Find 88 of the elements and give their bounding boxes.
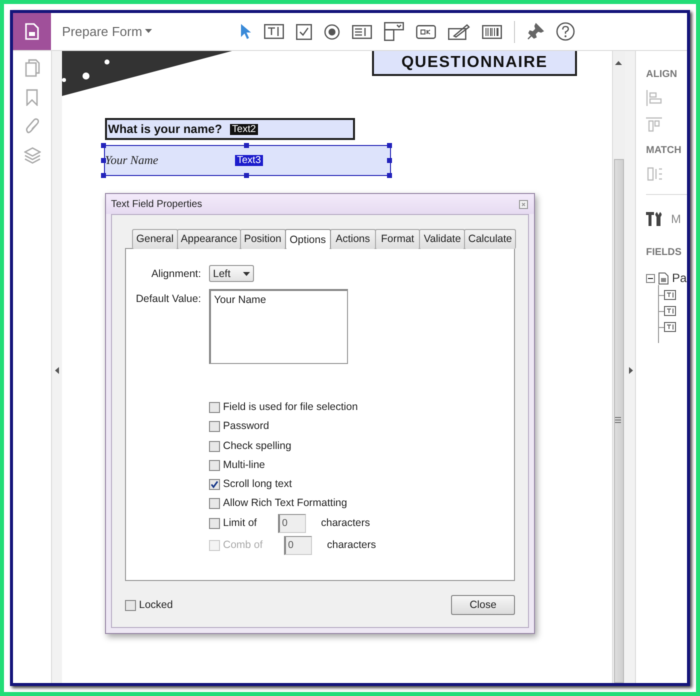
layers-icon[interactable] — [24, 147, 40, 164]
resize-handle[interactable] — [101, 173, 106, 178]
unit-label: characters — [327, 539, 376, 551]
option-label: Password — [223, 420, 270, 432]
document-icon — [25, 23, 39, 40]
resize-handle[interactable] — [244, 173, 249, 178]
match-width-icon[interactable] — [646, 166, 662, 182]
checkbox-icon[interactable] — [296, 24, 312, 40]
pages-icon[interactable] — [24, 59, 40, 77]
pointer-icon[interactable] — [240, 23, 252, 40]
list-box-icon[interactable] — [352, 24, 372, 38]
checkbox[interactable] — [209, 498, 220, 508]
tools-icon[interactable] — [646, 211, 664, 227]
signature-icon[interactable] — [448, 24, 470, 40]
section-heading: MATCH — [646, 145, 682, 156]
dialog-tab[interactable]: Position — [240, 229, 286, 249]
checkbox[interactable] — [209, 440, 220, 452]
checkbox[interactable] — [209, 402, 220, 412]
expand-right-icon[interactable] — [629, 367, 633, 374]
unit-label: characters — [321, 517, 370, 529]
collapse-left-icon[interactable] — [55, 367, 59, 374]
resize-handle[interactable] — [387, 158, 392, 163]
name-field[interactable]: Your Name Text3 — [104, 145, 391, 176]
resize-handle[interactable] — [101, 158, 106, 163]
checkbox[interactable] — [209, 478, 220, 490]
option-label: Scroll long text — [223, 478, 292, 490]
option-label: Allow Rich Text Formatting — [223, 497, 348, 509]
dialog-tab[interactable]: Calculate — [464, 229, 516, 249]
checkbox[interactable] — [125, 600, 136, 610]
question-label: What is your name? — [108, 122, 222, 136]
page-heading: QUESTIONNAIRE — [401, 54, 548, 72]
close-button[interactable]: Close — [451, 595, 515, 615]
resize-handle[interactable] — [101, 143, 106, 148]
dialog-tab[interactable]: General — [132, 229, 178, 249]
collapse-icon[interactable] — [646, 274, 655, 282]
scroll-up-icon[interactable] — [615, 61, 622, 65]
tool-label[interactable]: M — [671, 212, 681, 226]
option-label: Field is used for file selection — [223, 401, 358, 413]
option-label: Multi-line — [223, 459, 266, 471]
dialog-tab[interactable]: Appearance — [176, 229, 241, 249]
caret-icon — [243, 272, 250, 276]
align-left-icon[interactable] — [646, 90, 662, 106]
radio-button-icon[interactable] — [324, 24, 340, 40]
tool-title[interactable]: Prepare Form — [62, 24, 142, 39]
text-field-icon[interactable] — [264, 24, 284, 39]
text-field-icon[interactable] — [664, 290, 676, 300]
tree-item[interactable]: Pa — [672, 271, 687, 285]
bookmark-icon[interactable] — [26, 89, 38, 106]
option-label: Comb of — [223, 539, 264, 551]
question-field[interactable]: What is your name? Text2 — [105, 118, 355, 140]
barcode-icon[interactable] — [482, 24, 502, 38]
page-icon — [658, 272, 669, 284]
grip-icon[interactable] — [615, 417, 621, 423]
dialog-tab[interactable]: Options — [284, 229, 331, 249]
help-icon[interactable] — [556, 22, 575, 41]
dropdown-icon[interactable] — [384, 22, 404, 41]
paperclip-icon[interactable] — [24, 118, 40, 135]
section-heading: FIELDS — [646, 247, 683, 258]
alignment-dropdown[interactable]: Left — [209, 265, 254, 282]
dialog-tab[interactable]: Format — [374, 229, 420, 249]
text-field-icon[interactable] — [664, 322, 676, 332]
ok-button-icon[interactable] — [416, 24, 436, 38]
scrollbar[interactable] — [612, 51, 625, 683]
field-name-tag: Text3 — [235, 155, 263, 166]
resize-handle[interactable] — [387, 143, 392, 148]
align-top-icon[interactable] — [646, 117, 662, 133]
caret-icon[interactable] — [145, 29, 152, 34]
resize-handle[interactable] — [387, 173, 392, 178]
checkbox[interactable] — [209, 460, 220, 470]
placeholder-text: Your Name — [105, 153, 160, 168]
section-heading: ALIGN — [646, 69, 678, 80]
option-label: Limit of — [223, 517, 258, 529]
field-name-tag: Text2 — [230, 124, 258, 134]
text-field-icon[interactable] — [664, 306, 676, 316]
form-tool-tile[interactable] — [13, 13, 51, 50]
pin-icon[interactable] — [527, 23, 544, 40]
resize-handle[interactable] — [244, 143, 249, 148]
field-label: Default Value: — [134, 293, 202, 305]
field-label: Alignment: — [150, 268, 202, 280]
option-label: Check spelling — [223, 440, 292, 452]
checkbox[interactable] — [209, 518, 220, 528]
option-label: Locked — [139, 599, 173, 611]
default-value-field[interactable]: Your Name — [209, 289, 348, 364]
dialog-tab[interactable]: Actions — [330, 229, 376, 249]
dialog-title: Text Field Properties — [111, 198, 202, 210]
dialog-tab[interactable]: Validate — [419, 229, 466, 249]
checkbox[interactable] — [209, 420, 220, 432]
close-icon[interactable] — [519, 200, 528, 208]
